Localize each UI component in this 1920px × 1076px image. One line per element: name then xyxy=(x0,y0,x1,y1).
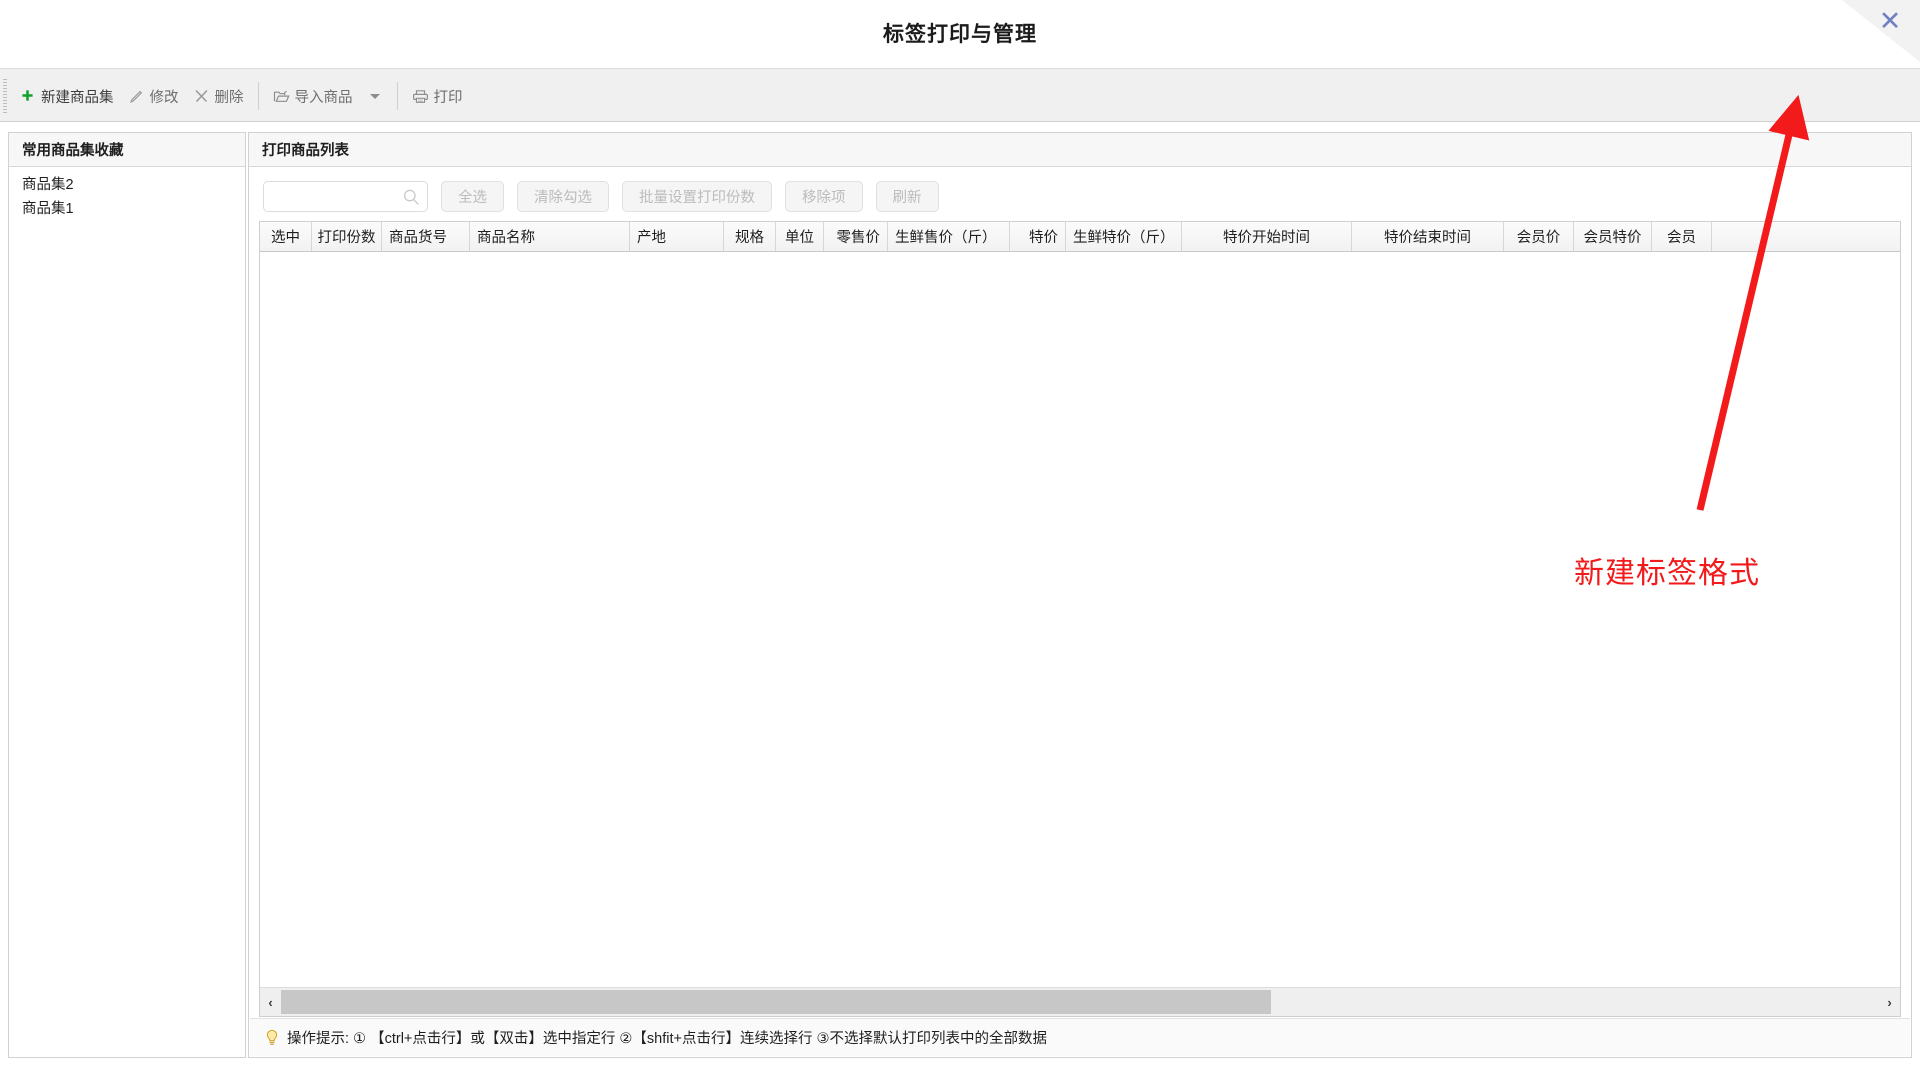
chevron-down-icon[interactable] xyxy=(370,94,380,99)
toolbar-separator-1 xyxy=(258,82,259,110)
toolbar-items: 新建商品集 修改 删除 xyxy=(12,69,470,123)
search-input[interactable] xyxy=(264,182,427,211)
scroll-right-arrow-icon[interactable]: › xyxy=(1879,988,1900,1016)
import-products-button[interactable]: 导入商品 xyxy=(266,79,390,113)
batch-set-print-count-button[interactable]: 批量设置打印份数 xyxy=(622,181,772,212)
column-header[interactable]: 规格 xyxy=(724,222,776,251)
product-grid: 选中打印份数商品货号商品名称产地规格单位零售价生鲜售价（斤）特价生鲜特价（斤）特… xyxy=(259,221,1901,1017)
new-product-set-label: 新建商品集 xyxy=(41,86,114,107)
clear-selection-button[interactable]: 清除勾选 xyxy=(517,181,609,212)
modify-label: 修改 xyxy=(150,86,179,107)
print-product-list-panel: 打印商品列表 全选 清除勾选 批量设置打印份数 移除项 刷新 选中打印份数商品货… xyxy=(248,132,1912,1058)
remove-item-button[interactable]: 移除项 xyxy=(785,181,863,212)
lightbulb-icon xyxy=(264,1029,280,1047)
close-icon[interactable]: ✕ xyxy=(1868,2,1912,40)
operation-tip-text: 操作提示: ① 【ctrl+点击行】或【双击】选中指定行 ②【shfit+点击行… xyxy=(287,1027,1047,1048)
scrollbar-track[interactable] xyxy=(281,988,1879,1016)
column-header[interactable]: 商品名称 xyxy=(470,222,630,251)
product-grid-header: 选中打印份数商品货号商品名称产地规格单位零售价生鲜售价（斤）特价生鲜特价（斤）特… xyxy=(260,222,1900,252)
print-label: 打印 xyxy=(434,86,463,107)
modify-button[interactable]: 修改 xyxy=(121,79,186,113)
product-grid-body[interactable] xyxy=(260,252,1900,987)
label-print-management-window: 标签打印与管理 ✕ 新建商品集 修改 xyxy=(0,0,1920,1076)
scissors-icon xyxy=(193,88,210,105)
column-header[interactable]: 特价 xyxy=(1010,222,1066,251)
delete-button[interactable]: 删除 xyxy=(186,79,251,113)
list-item[interactable]: 商品集2 xyxy=(9,173,245,197)
window-titlebar: 标签打印与管理 ✕ xyxy=(0,0,1920,68)
column-header[interactable]: 特价开始时间 xyxy=(1182,222,1352,251)
column-header[interactable]: 单位 xyxy=(776,222,824,251)
column-header[interactable]: 特价结束时间 xyxy=(1352,222,1504,251)
list-item[interactable]: 商品集1 xyxy=(9,197,245,221)
open-folder-icon xyxy=(273,88,290,105)
operation-tip-bar: 操作提示: ① 【ctrl+点击行】或【双击】选中指定行 ②【shfit+点击行… xyxy=(250,1018,1910,1056)
new-product-set-button[interactable]: 新建商品集 xyxy=(12,79,121,113)
plus-icon xyxy=(19,88,36,105)
favorites-list: 商品集2 商品集1 xyxy=(9,167,245,221)
scrollbar-thumb[interactable] xyxy=(281,990,1271,1014)
delete-label: 删除 xyxy=(215,86,244,107)
favorites-panel: 常用商品集收藏 商品集2 商品集1 xyxy=(8,132,246,1058)
column-header[interactable]: 商品货号 xyxy=(382,222,470,251)
search-box[interactable] xyxy=(263,181,428,212)
select-all-button[interactable]: 全选 xyxy=(441,181,504,212)
horizontal-scrollbar[interactable]: ‹ › xyxy=(260,987,1900,1016)
main-toolbar: 新建商品集 修改 删除 xyxy=(0,68,1920,122)
column-header[interactable]: 打印份数 xyxy=(312,222,382,251)
refresh-button[interactable]: 刷新 xyxy=(876,181,939,212)
scroll-left-arrow-icon[interactable]: ‹ xyxy=(260,988,281,1016)
toolbar-drag-handle[interactable] xyxy=(3,79,7,113)
toolbar-separator-2 xyxy=(397,82,398,110)
column-header[interactable]: 生鲜售价（斤） xyxy=(888,222,1010,251)
printer-icon xyxy=(412,88,429,105)
filter-toolbar: 全选 清除勾选 批量设置打印份数 移除项 刷新 xyxy=(249,167,1911,225)
annotation-label: 新建标签格式 xyxy=(1574,548,1760,592)
column-header[interactable]: 生鲜特价（斤） xyxy=(1066,222,1182,251)
column-header[interactable]: 选中 xyxy=(260,222,312,251)
column-header[interactable]: 会员 xyxy=(1652,222,1712,251)
column-header[interactable]: 会员特价 xyxy=(1574,222,1652,251)
import-products-label: 导入商品 xyxy=(295,86,353,107)
pencil-icon xyxy=(128,88,145,105)
page-title: 标签打印与管理 xyxy=(0,18,1920,48)
favorites-panel-title: 常用商品集收藏 xyxy=(9,133,245,167)
print-product-list-title: 打印商品列表 xyxy=(249,133,1911,167)
print-button[interactable]: 打印 xyxy=(405,79,470,113)
column-header[interactable]: 会员价 xyxy=(1504,222,1574,251)
column-header[interactable]: 产地 xyxy=(630,222,724,251)
column-header[interactable]: 零售价 xyxy=(824,222,888,251)
